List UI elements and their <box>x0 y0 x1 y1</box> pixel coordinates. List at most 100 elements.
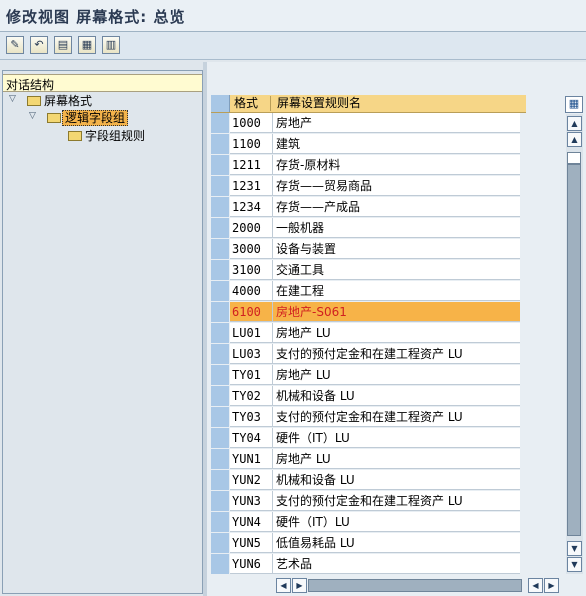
cell-name[interactable]: 支付的预付定金和在建工程资产 LU <box>273 491 520 511</box>
row-selector[interactable] <box>211 323 229 344</box>
row-selector[interactable] <box>211 428 229 449</box>
cell-name[interactable]: 支付的预付定金和在建工程资产 LU <box>273 407 520 427</box>
cell-code[interactable]: 2000 <box>230 218 273 238</box>
table-settings-icon[interactable]: ▦ <box>565 96 583 113</box>
cell-code[interactable]: YUN6 <box>230 554 273 574</box>
cell-code[interactable]: 3000 <box>230 239 273 259</box>
cell-name[interactable]: 房地产 <box>273 113 520 133</box>
row-selector[interactable] <box>211 470 229 491</box>
tree-node-logical-field-group[interactable]: ▽ 逻辑字段组 <box>3 110 202 126</box>
cell-name[interactable]: 建筑 <box>273 134 520 154</box>
cell-code[interactable]: 4000 <box>230 281 273 301</box>
cell-code[interactable]: YUN5 <box>230 533 273 553</box>
dialog-structure-title: 对话结构 <box>6 78 55 92</box>
tree-node-label-selected: 逻辑字段组 <box>62 110 129 126</box>
table-row: 1231 存货——贸易商品 <box>211 176 520 197</box>
cell-code[interactable]: TY01 <box>230 365 273 385</box>
details-icon[interactable]: ▥ <box>102 36 120 54</box>
expand-triangle-icon[interactable]: ▽ <box>27 111 38 122</box>
row-selector[interactable] <box>211 491 229 512</box>
expand-triangle-icon[interactable]: ▽ <box>7 94 18 105</box>
row-selector[interactable] <box>211 134 229 155</box>
cell-name[interactable]: 硬件（IT）LU <box>273 428 520 448</box>
horizontal-scrollbar[interactable]: ◀ ▶ ◀ ▶ <box>276 578 579 593</box>
table-header: 格式 屏幕设置规则名 <box>211 95 526 113</box>
row-selector[interactable] <box>211 449 229 470</box>
row-selector[interactable] <box>211 197 229 218</box>
row-selector[interactable] <box>211 386 229 407</box>
cell-name[interactable]: 存货——产成品 <box>273 197 520 217</box>
row-selector[interactable] <box>211 302 229 323</box>
cell-code[interactable]: 3100 <box>230 260 273 280</box>
cell-name[interactable]: 机械和设备 LU <box>273 470 520 490</box>
horizontal-scroll-thumb[interactable] <box>308 579 522 592</box>
cell-name[interactable]: 存货-原材料 <box>273 155 520 175</box>
cell-name[interactable]: 房地产 LU <box>273 323 520 343</box>
undo-icon[interactable]: ↶ <box>30 36 48 54</box>
cell-name[interactable]: 存货——贸易商品 <box>273 176 520 196</box>
row-selector[interactable] <box>211 176 229 197</box>
cell-code[interactable]: TY03 <box>230 407 273 427</box>
scroll-right-button[interactable]: ▶ <box>544 578 559 593</box>
cell-code[interactable]: 6100 <box>230 302 273 322</box>
row-selector[interactable] <box>211 113 229 134</box>
row-selector[interactable] <box>211 260 229 281</box>
table-row: 3100 交通工具 <box>211 260 520 281</box>
cell-code[interactable]: LU01 <box>230 323 273 343</box>
scroll-page-up-button[interactable]: ▲ <box>567 132 582 147</box>
table-row: YUN6 艺术品 <box>211 554 520 575</box>
cell-code[interactable]: 1231 <box>230 176 273 196</box>
scroll-down-button[interactable]: ▼ <box>567 557 582 572</box>
scroll-left-button[interactable]: ◀ <box>276 578 291 593</box>
cell-code[interactable]: 1000 <box>230 113 273 133</box>
export-icon[interactable]: ▦ <box>78 36 96 54</box>
row-selector[interactable] <box>211 281 229 302</box>
tree-node-screen-format[interactable]: ▽ 屏幕格式 <box>3 93 202 109</box>
row-selector[interactable] <box>211 239 229 260</box>
select-all-button[interactable] <box>211 95 230 112</box>
column-header-rule-name[interactable]: 屏幕设置规则名 <box>274 96 361 111</box>
cell-name[interactable]: 房地产-S061 <box>273 302 520 322</box>
scroll-page-down-button[interactable]: ▼ <box>567 541 582 556</box>
cell-code[interactable]: 1234 <box>230 197 273 217</box>
cell-name[interactable]: 交通工具 <box>273 260 520 280</box>
cell-code[interactable]: 1100 <box>230 134 273 154</box>
row-selector[interactable] <box>211 512 229 533</box>
cell-code[interactable]: YUN4 <box>230 512 273 532</box>
cell-code[interactable]: YUN3 <box>230 491 273 511</box>
cell-name[interactable]: 房地产 LU <box>273 449 520 469</box>
table-row: 1211 存货-原材料 <box>211 155 520 176</box>
scroll-left-page-button[interactable]: ◀ <box>528 578 543 593</box>
row-selector[interactable] <box>211 155 229 176</box>
cell-name[interactable]: 设备与装置 <box>273 239 520 259</box>
column-header-format[interactable]: 格式 <box>231 96 271 111</box>
row-selector[interactable] <box>211 365 229 386</box>
edit-toggle-icon[interactable]: ✎ <box>6 36 24 54</box>
cell-code[interactable]: TY04 <box>230 428 273 448</box>
cell-name[interactable]: 艺术品 <box>273 554 520 574</box>
cell-name[interactable]: 房地产 LU <box>273 365 520 385</box>
cell-code[interactable]: TY02 <box>230 386 273 406</box>
cell-name[interactable]: 在建工程 <box>273 281 520 301</box>
cell-code[interactable]: LU03 <box>230 344 273 364</box>
cell-code[interactable]: YUN2 <box>230 470 273 490</box>
cell-name[interactable]: 硬件（IT）LU <box>273 512 520 532</box>
scroll-right-small-button[interactable]: ▶ <box>292 578 307 593</box>
cell-name[interactable]: 低值易耗品 LU <box>273 533 520 553</box>
row-selector[interactable] <box>211 533 229 554</box>
scroll-up-button[interactable]: ▲ <box>567 116 582 131</box>
tree-node-field-group-rules[interactable]: 字段组规则 <box>3 128 202 144</box>
row-selector[interactable] <box>211 344 229 365</box>
cell-code[interactable]: 1211 <box>230 155 273 175</box>
vertical-scroll-thumb[interactable] <box>567 164 581 536</box>
cell-code[interactable]: YUN1 <box>230 449 273 469</box>
scroll-thumb-cap[interactable] <box>567 152 581 164</box>
row-selector[interactable] <box>211 407 229 428</box>
cell-name[interactable]: 一般机器 <box>273 218 520 238</box>
cell-name[interactable]: 机械和设备 LU <box>273 386 520 406</box>
row-selector[interactable] <box>211 218 229 239</box>
tree-node-label: 字段组规则 <box>85 129 146 143</box>
row-selector[interactable] <box>211 554 229 575</box>
cell-name[interactable]: 支付的预付定金和在建工程资产 LU <box>273 344 520 364</box>
table-view-icon[interactable]: ▤ <box>54 36 72 54</box>
